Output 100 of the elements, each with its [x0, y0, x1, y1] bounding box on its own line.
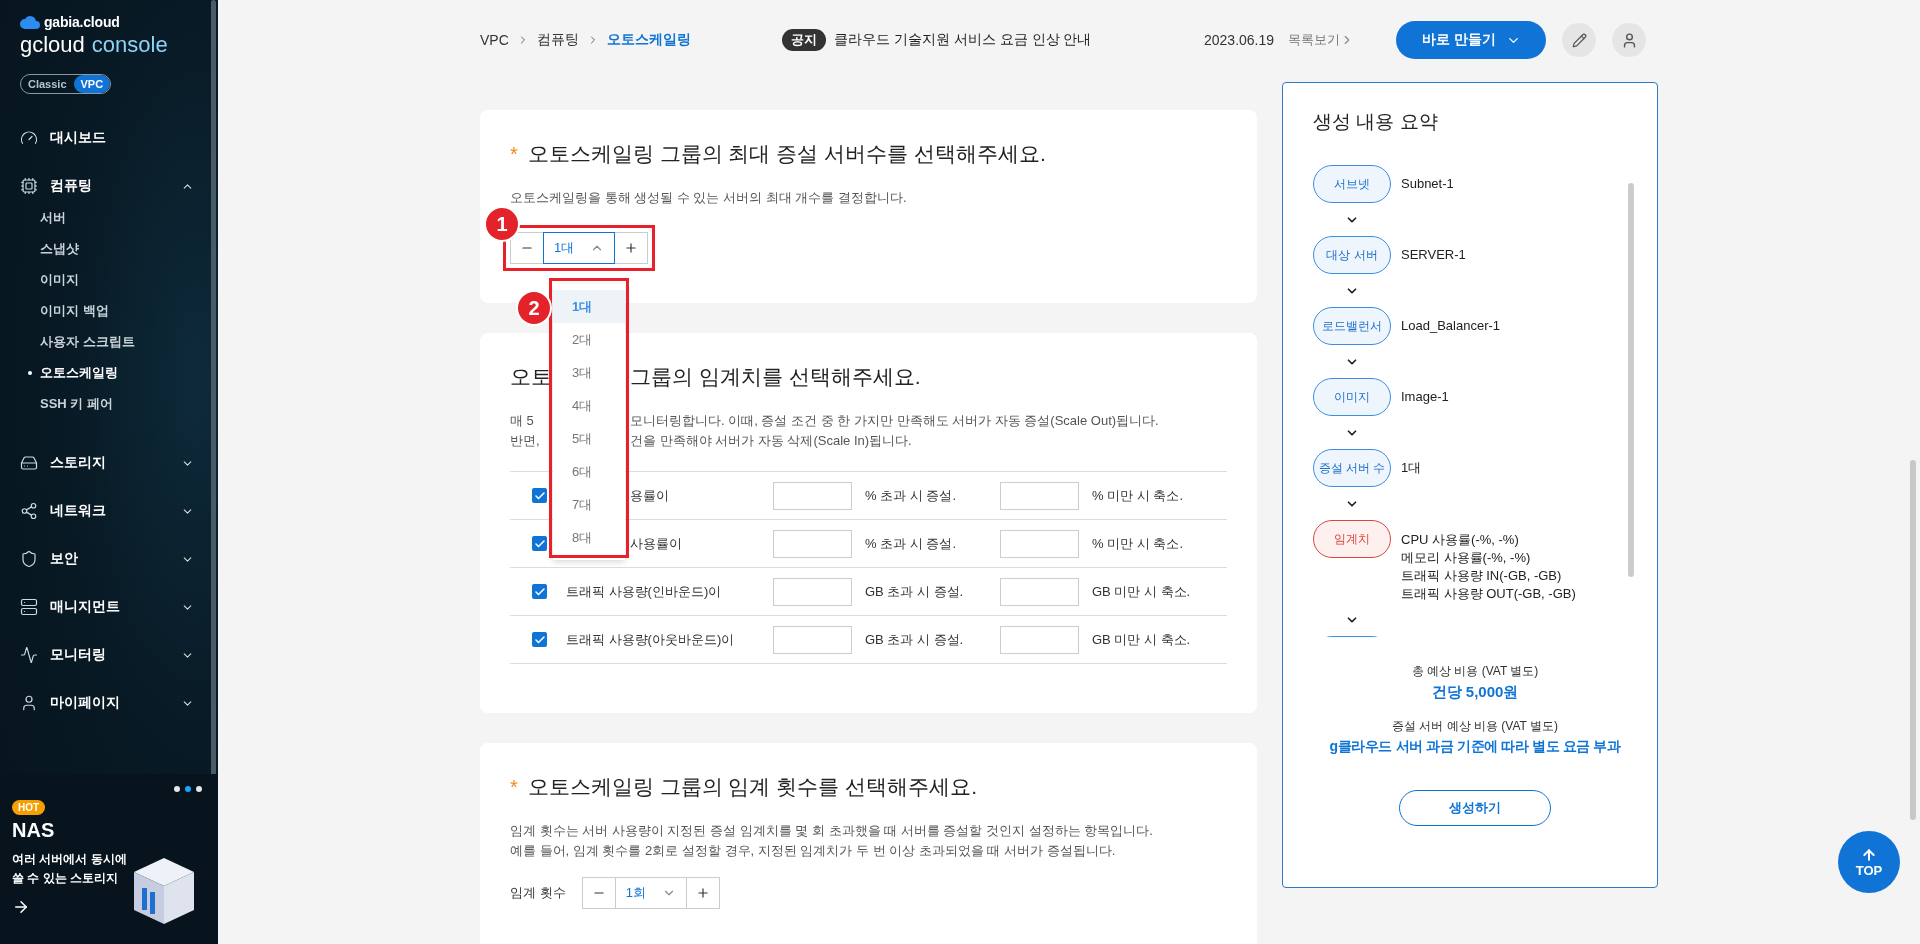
submenu-item[interactable]: 오토스케일링 — [40, 363, 118, 382]
decrease-text: GB 미만 시 축소. — [1092, 630, 1191, 649]
increase-text: GB 초과 시 증설. — [865, 582, 964, 601]
step-tag: 로드밸런서 — [1313, 307, 1391, 345]
metric-label: 트래픽 사용량(아웃바운드)이 — [566, 630, 735, 649]
arrow-right-icon[interactable] — [12, 898, 30, 916]
decrease-text: GB 미만 시 축소. — [1092, 582, 1191, 601]
notice-link[interactable]: 클라우드 기술지원 서비스 요금 인상 안내 — [834, 31, 1204, 49]
pager-dot[interactable] — [185, 786, 191, 792]
submit-button[interactable]: 생성하기 — [1399, 790, 1551, 826]
step-tag: 임계치 — [1313, 520, 1391, 558]
cost-value: 건당 5,000원 — [1431, 683, 1519, 702]
step-value: SERVER-1 — [1401, 246, 1466, 264]
menu-item[interactable]: 스토리지 — [20, 439, 218, 487]
submenu-item[interactable]: SSH 키 페어 — [40, 394, 113, 413]
menu-item[interactable]: 모니터링 — [20, 631, 218, 679]
increase-text: GB 초과 시 증설. — [865, 630, 964, 649]
create-button[interactable]: 바로 만들기 — [1396, 21, 1547, 59]
checkbox[interactable] — [532, 488, 547, 503]
section-description: 건을 만족해야 서버가 자동 삭제(Scale In)됩니다. — [630, 432, 912, 450]
section-description: 오토스케일링을 통해 생성될 수 있는 서버의 최대 개수를 결정합니다. — [510, 189, 908, 207]
decrease-input[interactable] — [1000, 481, 1079, 510]
step-value: Load_Balancer-1 — [1401, 317, 1501, 335]
product-suffix: console — [91, 32, 168, 58]
breadcrumb-link[interactable]: 컴퓨팅 — [536, 31, 579, 49]
decrease-text: % 미만 시 축소. — [1092, 486, 1183, 505]
menu-icon — [20, 550, 38, 568]
section-title: 그룹의 임계치를 선택해주세요. — [630, 364, 921, 390]
count-select[interactable]: 1대 — [543, 232, 615, 264]
menu-item[interactable]: 네트워크 — [20, 487, 218, 535]
menu-item[interactable]: 마이페이지 — [20, 679, 218, 727]
plus-icon — [695, 886, 710, 900]
breadcrumb-link[interactable]: VPC — [480, 32, 509, 48]
cloud-logo-icon — [20, 15, 40, 29]
more-link[interactable]: 목록보기 — [1288, 31, 1355, 49]
increase-input[interactable] — [773, 577, 852, 606]
dropdown-option[interactable]: 5대 — [553, 422, 625, 455]
dropdown-option[interactable]: 4대 — [553, 389, 625, 422]
promo-text: 여러 서버에서 동시에 쓸 수 있는 스토리지 — [12, 851, 128, 887]
plus-button[interactable] — [685, 877, 720, 909]
dropdown-option[interactable]: 8대 — [553, 521, 625, 554]
mode-option[interactable]: VPC — [73, 75, 111, 93]
menu-item[interactable]: 매니지먼트 — [20, 583, 218, 631]
menu-item[interactable]: 대시보드 — [20, 114, 218, 162]
increase-input[interactable] — [773, 481, 852, 510]
decrease-input[interactable] — [1000, 577, 1079, 606]
step-tag: 이미지 — [1313, 378, 1391, 416]
mode-option[interactable]: Classic — [21, 75, 74, 93]
increase-text: % 초과 시 증설. — [865, 534, 956, 553]
metric-label: 트래픽 사용량(인바운드)이 — [566, 582, 722, 601]
plus-button[interactable] — [614, 232, 648, 264]
menu-icon — [20, 502, 38, 520]
decrease-input[interactable] — [1000, 529, 1079, 558]
dropdown-option[interactable]: 2대 — [553, 323, 625, 356]
step-number: 2 — [516, 290, 552, 326]
checkbox[interactable] — [532, 632, 547, 647]
minus-button[interactable] — [510, 232, 544, 264]
menu-icon — [20, 177, 38, 195]
menu-item[interactable]: 보안 — [20, 535, 218, 583]
submenu-item[interactable]: 이미지 — [40, 270, 79, 289]
pager-dot[interactable] — [196, 786, 202, 792]
step-value: Subnet-1 — [1401, 175, 1454, 193]
step-value: Image-1 — [1401, 388, 1449, 406]
submenu-item[interactable]: 사용자 스크립트 — [40, 332, 135, 351]
metric-label: 사용률이 — [630, 534, 682, 553]
section-description: 모니터링합니다. 이때, 증설 조건 중 한 가지만 만족해도 서버가 자동 증설(Scale Out)됩니다. — [630, 412, 1159, 430]
step-tag: 증설 서버 수 — [1313, 449, 1391, 487]
increase-input[interactable] — [773, 625, 852, 654]
brand-name: gabia.cloud — [44, 14, 120, 30]
section-description: 반면, — [510, 432, 540, 450]
step-tag: 대상 서버 — [1313, 236, 1391, 274]
submenu-item[interactable]: 서버 — [40, 208, 66, 227]
section-description: 매 5 — [510, 412, 534, 430]
pager-dot[interactable] — [174, 786, 180, 792]
step-value: 1대 — [1401, 459, 1422, 477]
product-name: gcloud — [20, 32, 85, 58]
plus-icon — [624, 241, 638, 255]
section-title: 오토스케일링 그룹의 임계 횟수를 선택해주세요. — [527, 774, 977, 800]
pencil-icon — [1571, 32, 1587, 48]
dropdown-option[interactable]: 6대 — [553, 455, 625, 488]
dropdown-option[interactable]: 7대 — [553, 488, 625, 521]
decrease-input[interactable] — [1000, 625, 1079, 654]
count-select[interactable]: 1회 — [614, 877, 687, 909]
scroll-top-button[interactable]: TOP — [1838, 831, 1900, 893]
cost-value: g클라우드 서버 과금 기준에 따라 별도 요금 부과 — [1329, 738, 1621, 756]
breadcrumb-link[interactable]: 오토스케일링 — [606, 31, 691, 49]
required-mark: * — [510, 775, 518, 799]
dropdown-option[interactable]: 3대 — [553, 356, 625, 389]
submenu-item[interactable]: 스냅샷 — [40, 239, 79, 258]
notice-date: 2023.06.19 — [1204, 32, 1275, 48]
submenu-item[interactable]: 이미지 백업 — [40, 301, 109, 320]
menu-item[interactable]: 컴퓨팅 — [20, 162, 218, 210]
checkbox[interactable] — [532, 536, 547, 551]
checkbox[interactable] — [532, 584, 547, 599]
profile-button[interactable] — [1612, 23, 1647, 57]
step-number: 1 — [484, 206, 520, 242]
feedback-button[interactable] — [1562, 23, 1597, 57]
step-tag: 서브넷 — [1313, 165, 1391, 203]
menu-icon — [20, 129, 38, 147]
increase-input[interactable] — [773, 529, 852, 558]
